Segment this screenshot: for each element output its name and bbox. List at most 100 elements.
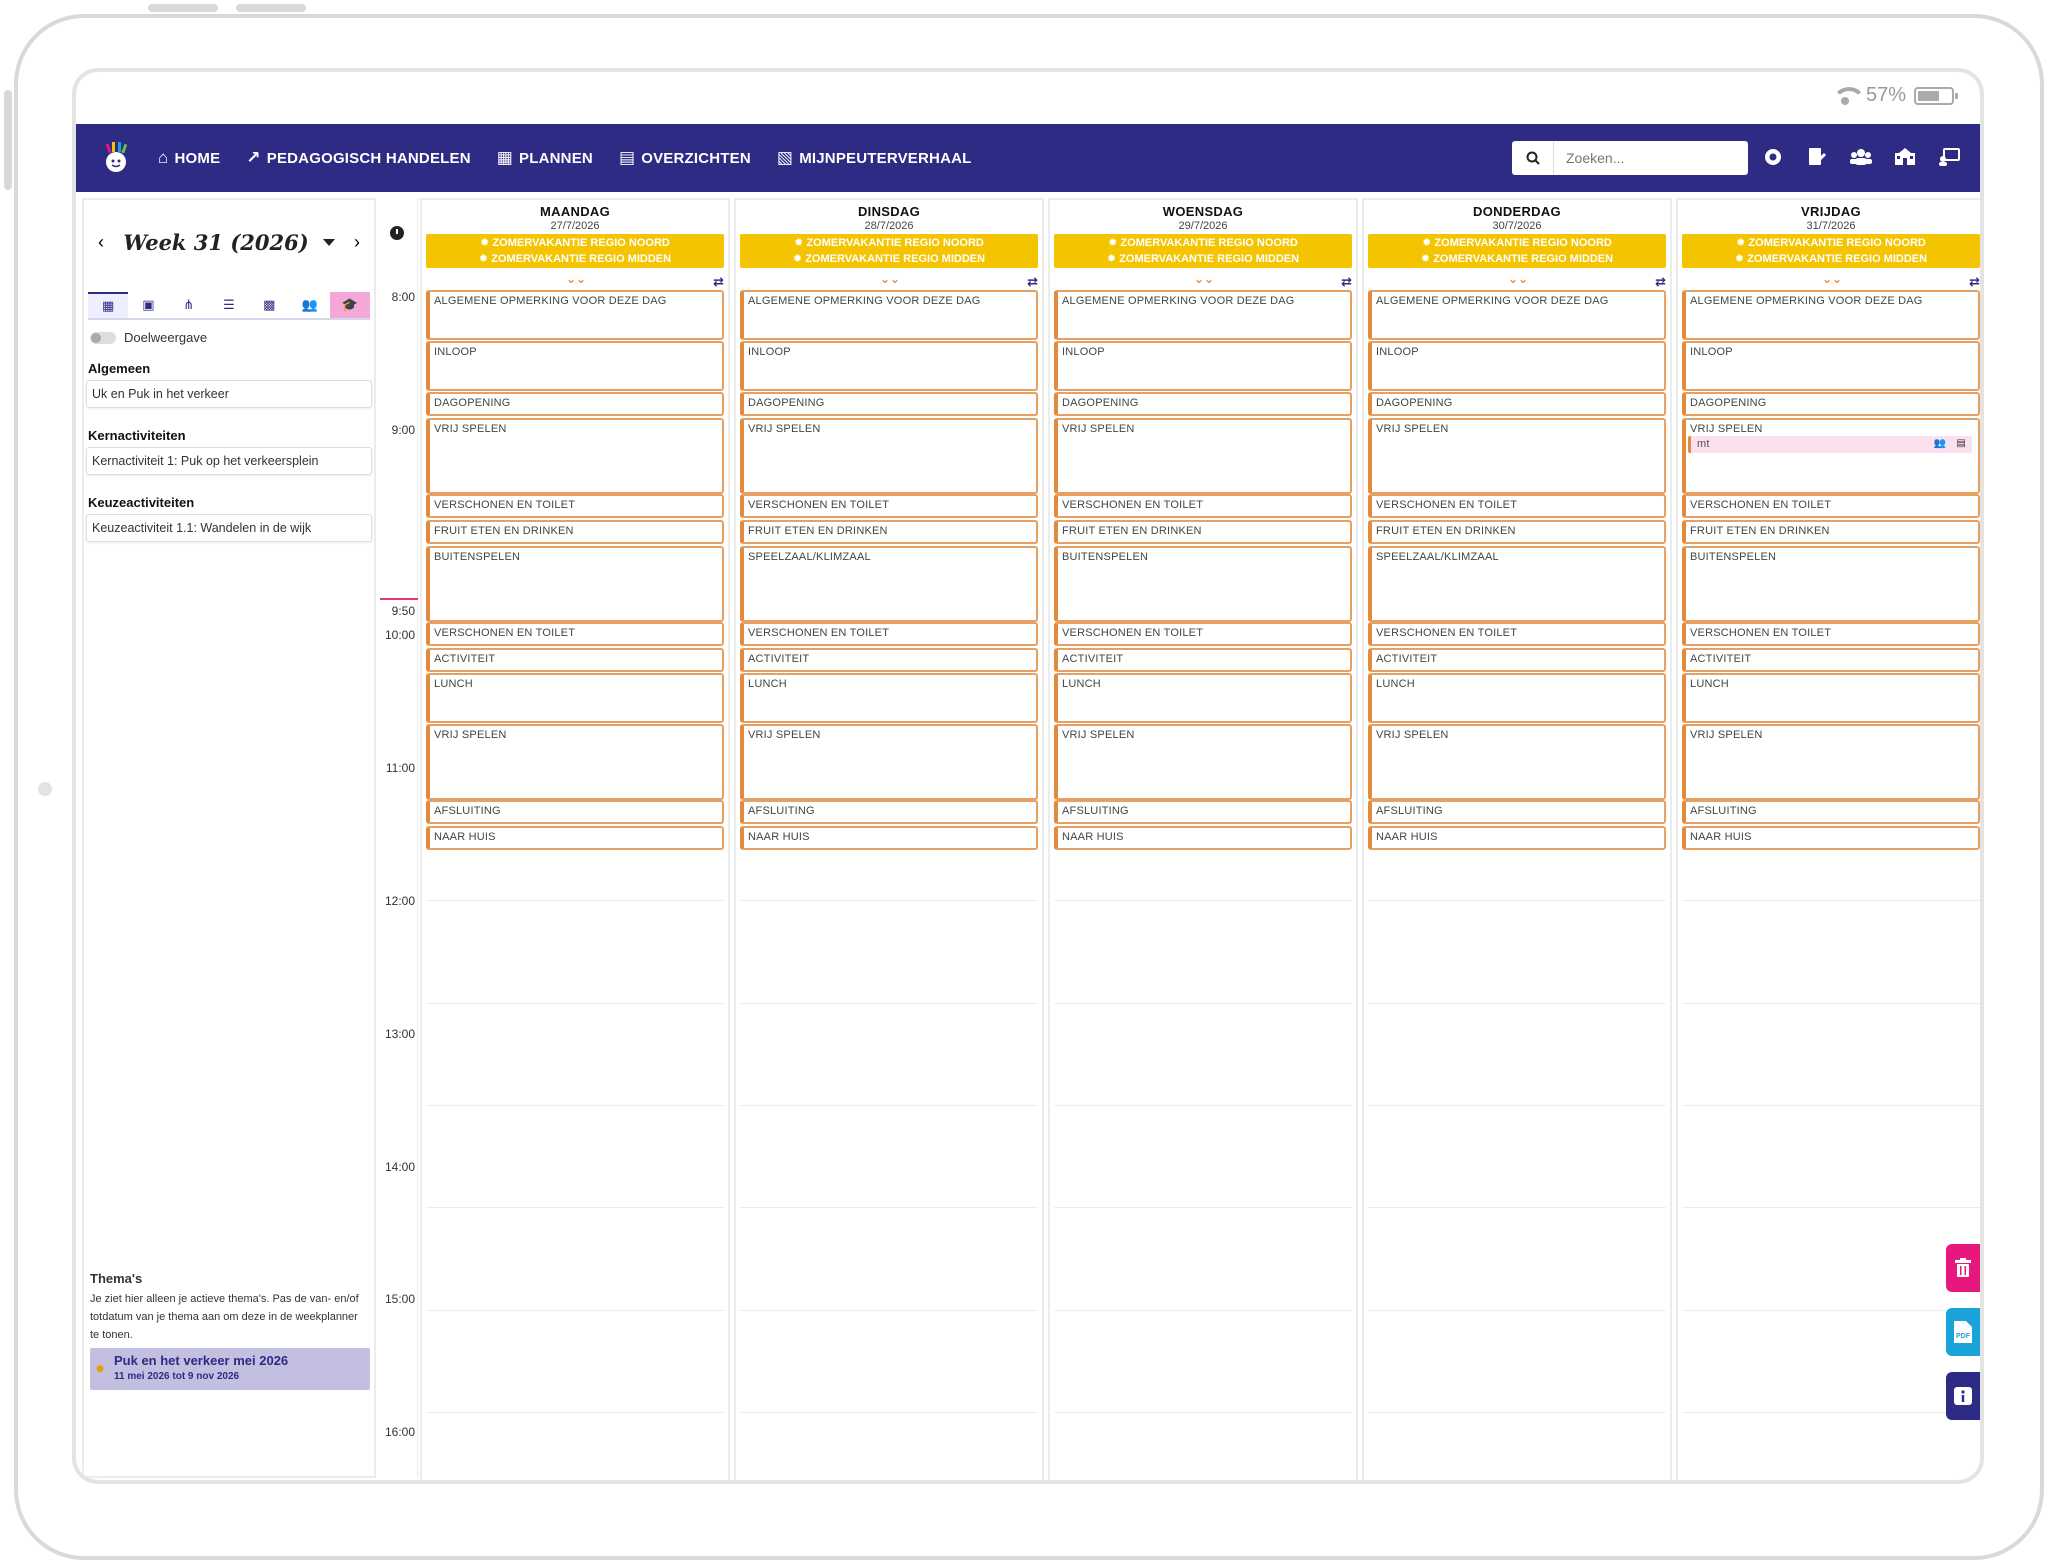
schedule-block[interactable]: VERSCHONEN EN TOILET bbox=[740, 494, 1038, 518]
schedule-block[interactable]: NAAR HUIS bbox=[1054, 826, 1352, 850]
schedule-block[interactable]: VERSCHONEN EN TOILET bbox=[426, 622, 724, 646]
schedule-block[interactable]: ACTIVITEIT bbox=[1368, 648, 1666, 672]
schedule-block[interactable]: VERSCHONEN EN TOILET bbox=[1682, 494, 1980, 518]
schedule-block[interactable]: BUITENSPELEN bbox=[426, 546, 724, 622]
schedule-block[interactable]: VRIJ SPELEN bbox=[1054, 418, 1352, 494]
schedule-block[interactable]: VERSCHONEN EN TOILET bbox=[426, 494, 724, 518]
schedule-block[interactable]: AFSLUITING bbox=[740, 800, 1038, 824]
users-icon[interactable]: 👥 bbox=[1934, 436, 1947, 453]
section-item[interactable]: Keuzeactiviteit 1.1: Wandelen in de wijk bbox=[86, 514, 372, 542]
schedule-block[interactable]: LUNCH bbox=[740, 673, 1038, 723]
screen-share-icon[interactable] bbox=[1936, 142, 1962, 172]
app-logo[interactable] bbox=[96, 138, 136, 178]
schedule-block[interactable]: BUITENSPELEN bbox=[1682, 546, 1980, 622]
vacation-banner[interactable]: ✹ ZOMERVAKANTIE REGIO NOORD ✹ ZOMERVAKANT… bbox=[740, 234, 1038, 268]
expand-chevron-icon[interactable]: ⌄⌄ bbox=[1508, 272, 1528, 286]
tab-sitemap[interactable]: ⋔ bbox=[169, 292, 209, 318]
schedule-block[interactable]: INLOOP bbox=[740, 341, 1038, 391]
schedule-block[interactable]: FRUIT ETEN EN DRINKEN bbox=[1682, 520, 1980, 544]
schedule-block[interactable]: FRUIT ETEN EN DRINKEN bbox=[740, 520, 1038, 544]
schedule-block[interactable]: FRUIT ETEN EN DRINKEN bbox=[426, 520, 724, 544]
schedule-block[interactable]: AFSLUITING bbox=[426, 800, 724, 824]
tab-list[interactable]: ☰ bbox=[209, 292, 249, 318]
vacation-banner[interactable]: ✹ ZOMERVAKANTIE REGIO NOORD ✹ ZOMERVAKANT… bbox=[1368, 234, 1666, 268]
schedule-block[interactable]: VERSCHONEN EN TOILET bbox=[740, 622, 1038, 646]
swap-icon[interactable]: ⇄ bbox=[1341, 274, 1352, 290]
nav-home[interactable]: ⌂ HOME bbox=[158, 148, 220, 168]
schedule-block[interactable]: FRUIT ETEN EN DRINKEN bbox=[1368, 520, 1666, 544]
next-week-chevron-icon[interactable]: › bbox=[354, 232, 360, 253]
info-button[interactable] bbox=[1946, 1372, 1980, 1420]
week-dropdown[interactable]: Week 31 (2026) bbox=[123, 230, 335, 255]
schedule-block[interactable]: ACTIVITEIT bbox=[1054, 648, 1352, 672]
search-icon[interactable] bbox=[1512, 141, 1554, 175]
vacation-banner[interactable]: ✹ ZOMERVAKANTIE REGIO NOORD ✹ ZOMERVAKANT… bbox=[1054, 234, 1352, 268]
edit-document-icon[interactable] bbox=[1804, 142, 1830, 172]
schedule-block[interactable]: LUNCH bbox=[426, 673, 724, 723]
expand-chevron-icon[interactable]: ⌄⌄ bbox=[1822, 272, 1842, 286]
schedule-block[interactable]: ALGEMENE OPMERKING VOOR DEZE DAG bbox=[1682, 290, 1980, 340]
schedule-block[interactable]: FRUIT ETEN EN DRINKEN bbox=[1054, 520, 1352, 544]
schedule-block[interactable]: VERSCHONEN EN TOILET bbox=[1682, 622, 1980, 646]
schedule-block[interactable]: LUNCH bbox=[1368, 673, 1666, 723]
schedule-block[interactable]: ALGEMENE OPMERKING VOOR DEZE DAG bbox=[426, 290, 724, 340]
schedule-block[interactable]: AFSLUITING bbox=[1682, 800, 1980, 824]
tab-graduation-cap[interactable]: 🎓 bbox=[329, 292, 370, 318]
doelweergave-toggle[interactable] bbox=[90, 331, 116, 344]
vacation-banner[interactable]: ✹ ZOMERVAKANTIE REGIO NOORD ✹ ZOMERVAKANT… bbox=[1682, 234, 1980, 268]
schedule-block[interactable]: LUNCH bbox=[1682, 673, 1980, 723]
schedule-block[interactable]: INLOOP bbox=[1368, 341, 1666, 391]
schedule-block[interactable]: VRIJ SPELEN bbox=[426, 418, 724, 494]
schedule-block[interactable]: VRIJ SPELEN bbox=[426, 724, 724, 800]
schedule-block[interactable]: SPEELZAAL/KLIMZAAL bbox=[1368, 546, 1666, 622]
expand-chevron-icon[interactable]: ⌄⌄ bbox=[1194, 272, 1214, 286]
section-item[interactable]: Kernactiviteit 1: Puk op het verkeersple… bbox=[86, 447, 372, 475]
schedule-block[interactable]: INLOOP bbox=[426, 341, 724, 391]
schedule-block[interactable]: VRIJ SPELEN bbox=[740, 418, 1038, 494]
nav-plannen[interactable]: ▦ PLANNEN bbox=[497, 148, 593, 168]
schedule-block[interactable]: DAGOPENING bbox=[740, 392, 1038, 416]
schedule-block[interactable]: SPEELZAAL/KLIMZAAL bbox=[740, 546, 1038, 622]
swap-icon[interactable]: ⇄ bbox=[713, 274, 724, 290]
schedule-block[interactable]: NAAR HUIS bbox=[1682, 826, 1980, 850]
document-icon[interactable]: ▤ bbox=[1956, 436, 1966, 453]
expand-chevron-icon[interactable]: ⌄⌄ bbox=[880, 272, 900, 286]
schedule-block[interactable]: VRIJ SPELEN bbox=[1368, 724, 1666, 800]
prev-week-chevron-icon[interactable]: ‹ bbox=[98, 232, 104, 253]
schedule-block[interactable]: NAAR HUIS bbox=[1368, 826, 1666, 850]
pdf-export-button[interactable]: PDF bbox=[1946, 1308, 1980, 1356]
expand-chevron-icon[interactable]: ⌄⌄ bbox=[566, 272, 586, 286]
schedule-block[interactable]: INLOOP bbox=[1054, 341, 1352, 391]
tab-calendar-day[interactable]: ▣ bbox=[128, 292, 168, 318]
schedule-block[interactable]: LUNCH bbox=[1054, 673, 1352, 723]
school-icon[interactable] bbox=[1892, 142, 1918, 172]
schedule-block[interactable]: VERSCHONEN EN TOILET bbox=[1054, 494, 1352, 518]
swap-icon[interactable]: ⇄ bbox=[1027, 274, 1038, 290]
schedule-block[interactable]: VRIJ SPELEN mt 👥 ▤ bbox=[1682, 418, 1980, 494]
nav-overzichten[interactable]: ▤ OVERZICHTEN bbox=[619, 148, 751, 168]
schedule-block[interactable]: BUITENSPELEN bbox=[1054, 546, 1352, 622]
tab-users[interactable]: 👥 bbox=[289, 292, 329, 318]
swap-icon[interactable]: ⇄ bbox=[1655, 274, 1666, 290]
schedule-block[interactable]: ACTIVITEIT bbox=[740, 648, 1038, 672]
schedule-block[interactable]: ALGEMENE OPMERKING VOOR DEZE DAG bbox=[1368, 290, 1666, 340]
schedule-block[interactable]: INLOOP bbox=[1682, 341, 1980, 391]
record-icon[interactable] bbox=[1760, 142, 1786, 172]
schedule-block[interactable]: VRIJ SPELEN bbox=[1682, 724, 1980, 800]
schedule-block[interactable]: ALGEMENE OPMERKING VOOR DEZE DAG bbox=[740, 290, 1038, 340]
search-input[interactable] bbox=[1554, 143, 1734, 173]
section-item[interactable]: Uk en Puk in het verkeer bbox=[86, 380, 372, 408]
schedule-block[interactable]: VRIJ SPELEN bbox=[740, 724, 1038, 800]
users-icon[interactable] bbox=[1848, 142, 1874, 172]
nav-pedagogisch-handelen[interactable]: ↗ PEDAGOGISCH HANDELEN bbox=[246, 148, 470, 168]
theme-card[interactable]: ✹ Puk en het verkeer mei 2026 11 mei 202… bbox=[90, 1348, 370, 1390]
schedule-block[interactable]: VERSCHONEN EN TOILET bbox=[1368, 622, 1666, 646]
vacation-banner[interactable]: ✹ ZOMERVAKANTIE REGIO NOORD ✹ ZOMERVAKANT… bbox=[426, 234, 724, 268]
schedule-block[interactable]: ALGEMENE OPMERKING VOOR DEZE DAG bbox=[1054, 290, 1352, 340]
schedule-block[interactable]: NAAR HUIS bbox=[426, 826, 724, 850]
delete-button[interactable] bbox=[1946, 1244, 1980, 1292]
schedule-block[interactable]: VRIJ SPELEN bbox=[1368, 418, 1666, 494]
tab-calendar-check[interactable]: ▩ bbox=[249, 292, 289, 318]
swap-icon[interactable]: ⇄ bbox=[1969, 274, 1980, 290]
schedule-block[interactable]: VERSCHONEN EN TOILET bbox=[1368, 494, 1666, 518]
